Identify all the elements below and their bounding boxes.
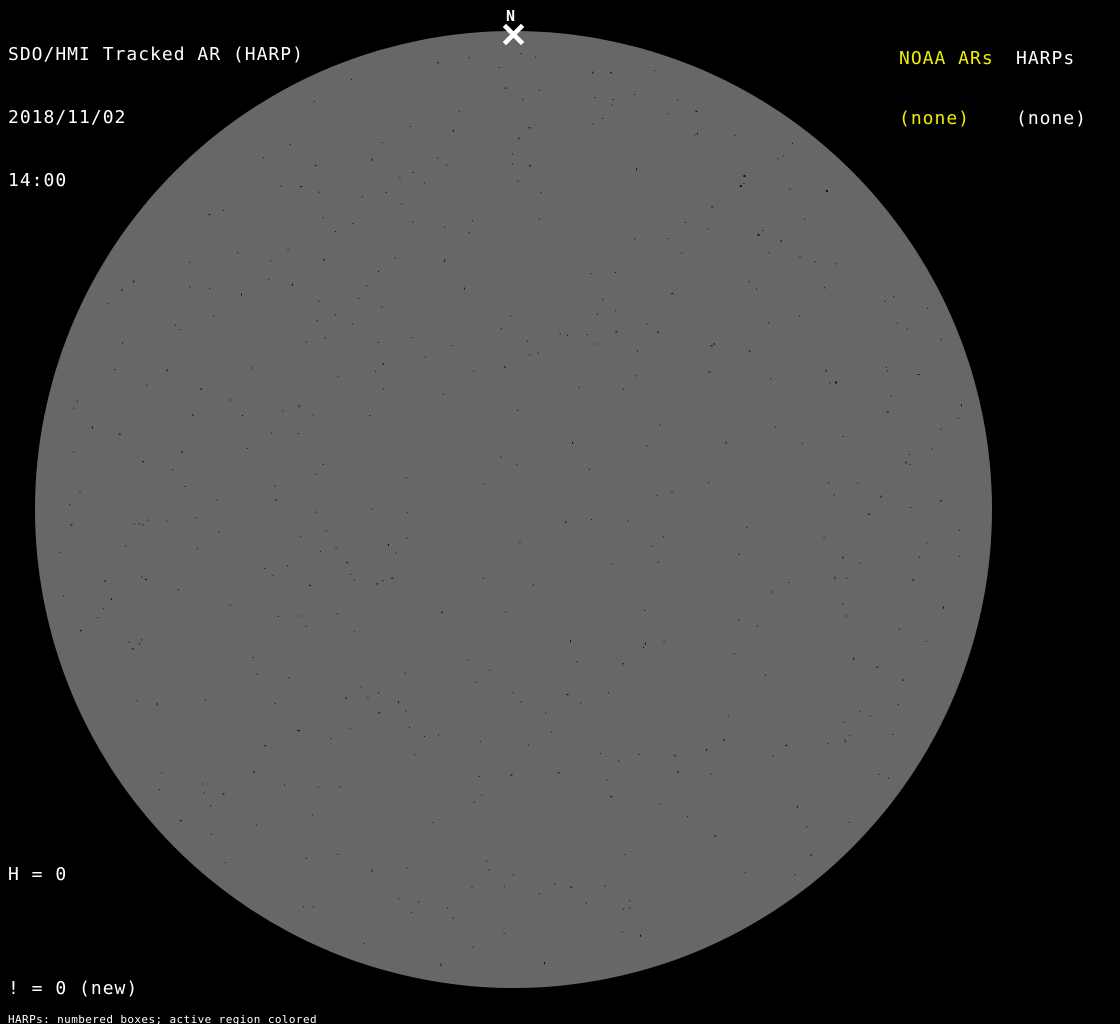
footer-notes: HARPs: numbered boxes; active region col… <box>8 990 415 1024</box>
observation-time: 14:00 <box>8 170 68 191</box>
harps-label: HARPs <box>1016 48 1076 69</box>
harp-count: H = 0 <box>8 864 68 885</box>
footer-harps-note: HARPs: numbered boxes; active region col… <box>8 1013 317 1024</box>
noaa-ars-value: (none) <box>899 108 971 129</box>
harps-value: (none) <box>1016 108 1088 129</box>
north-pole-x-marker-icon <box>502 23 525 46</box>
observation-date: 2018/11/02 <box>8 107 127 128</box>
title-block: SDO/HMI Tracked AR (HARP) 2018/11/02 14:… <box>8 2 304 233</box>
harps-counter: HARPs (none) <box>1016 9 1087 169</box>
legend-spacer <box>8 922 233 941</box>
noaa-ars-counter: NOAA ARs (none) <box>899 9 994 169</box>
page-title: SDO/HMI Tracked AR (HARP) <box>8 44 304 65</box>
noaa-ars-label: NOAA ARs <box>899 48 994 69</box>
solar-disk-view: SDO/HMI Tracked AR (HARP) 2018/11/02 14:… <box>0 0 1120 1024</box>
